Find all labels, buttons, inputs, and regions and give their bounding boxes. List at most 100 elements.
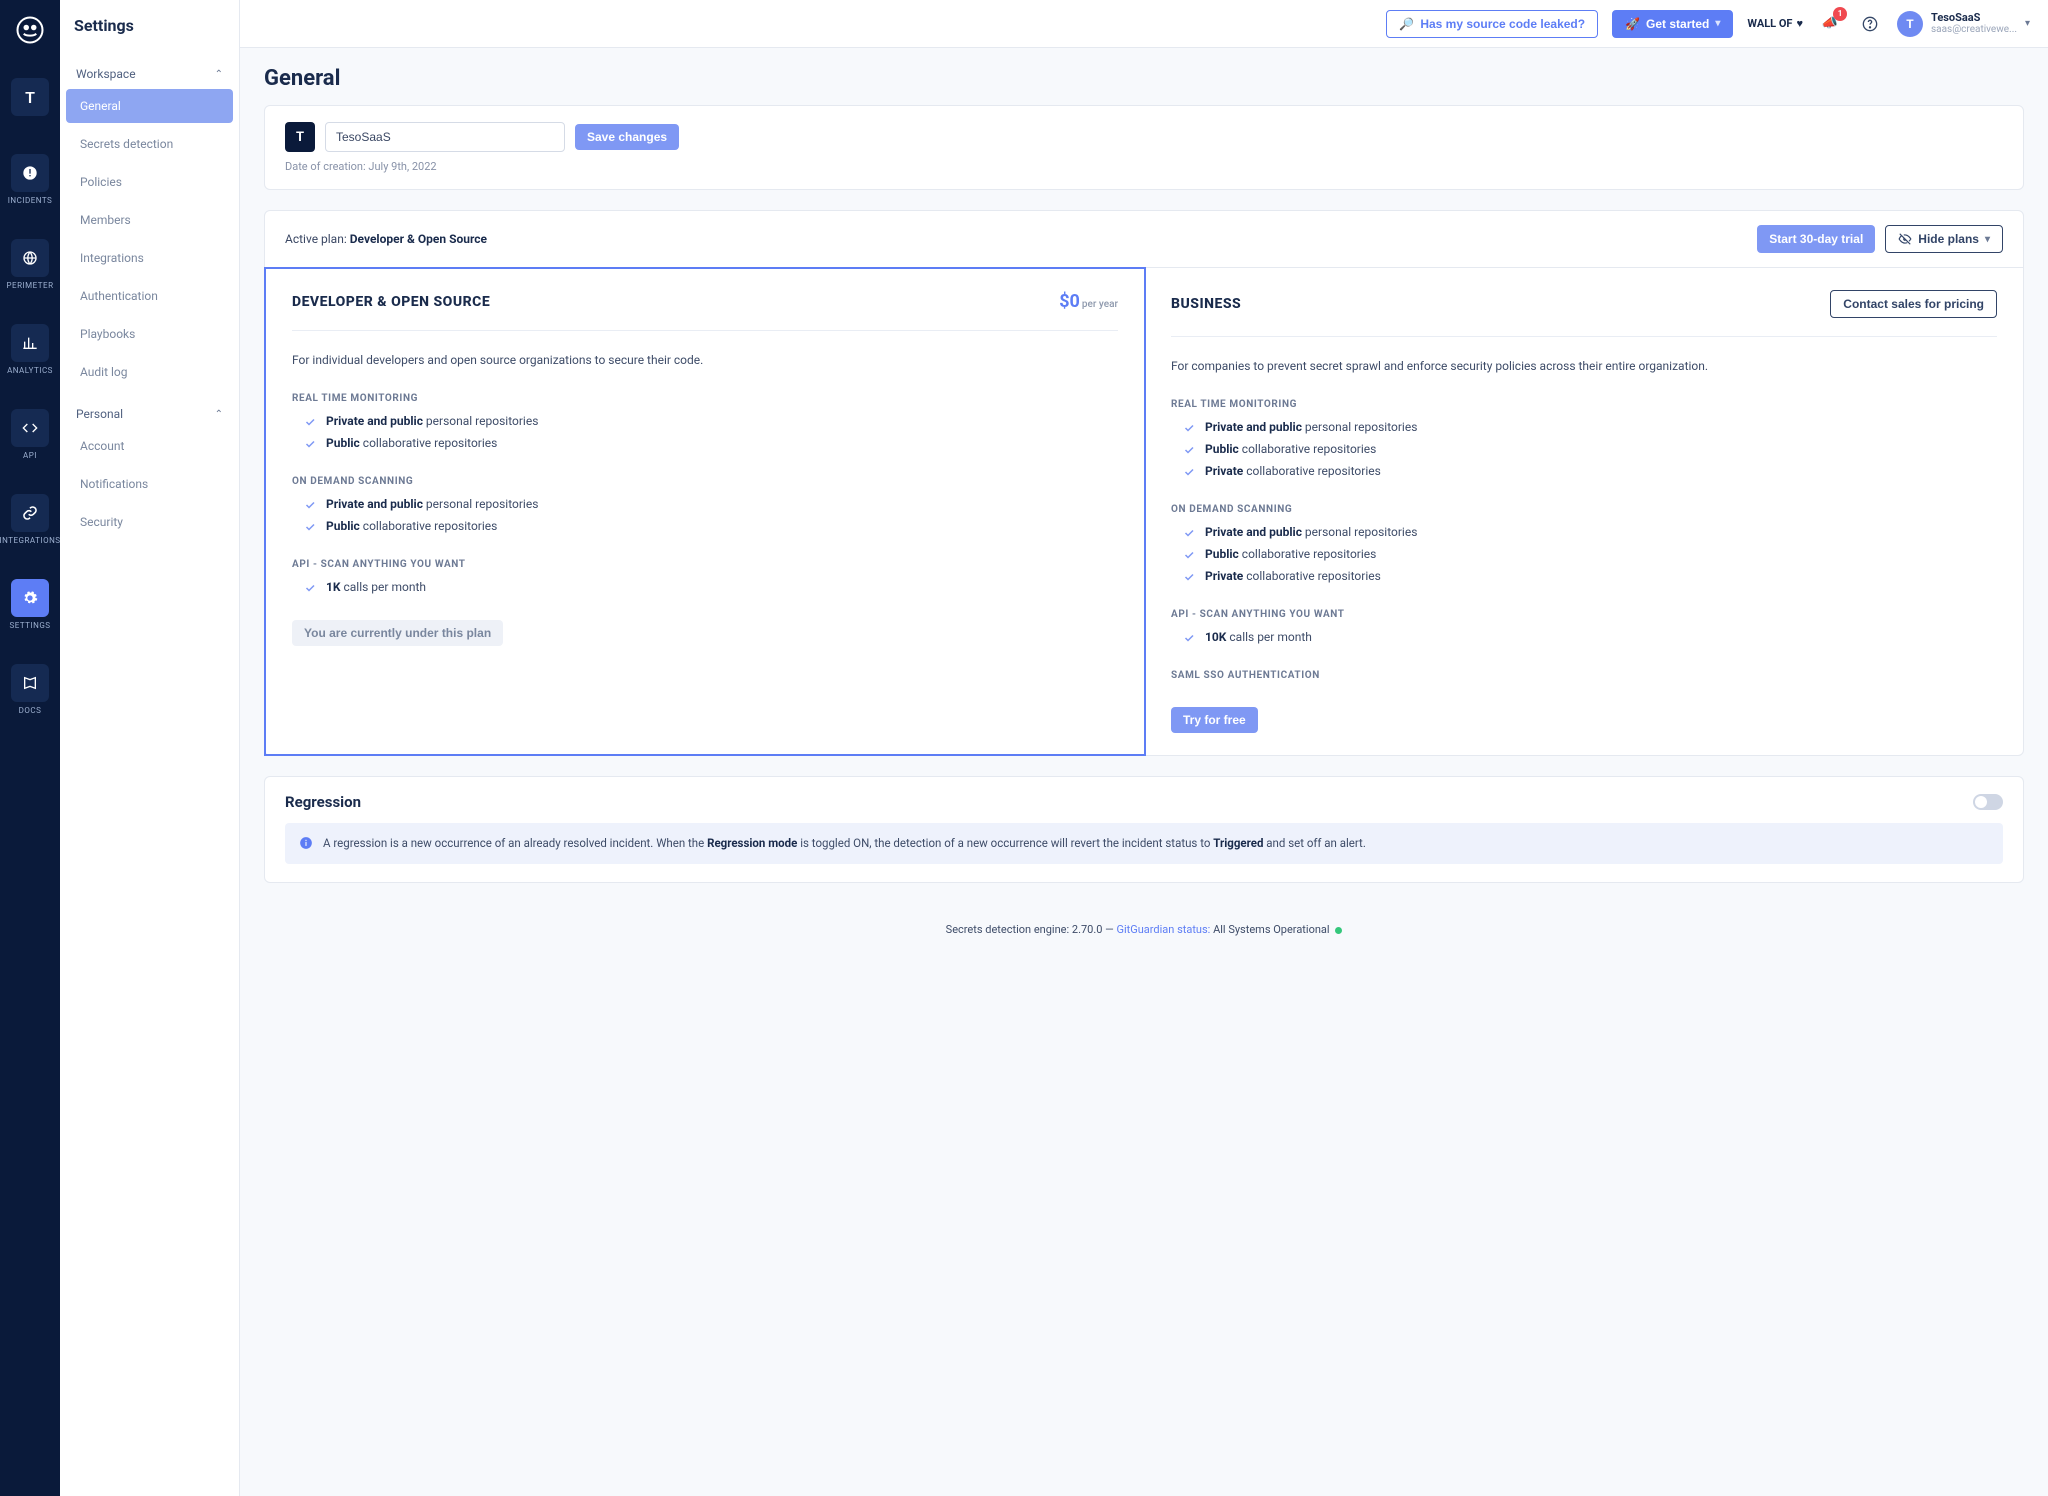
feature-group: REAL TIME MONITORINGPrivate and public p… (1171, 399, 1997, 478)
sidebar-item-integrations[interactable]: Integrations (66, 241, 233, 275)
save-changes-button[interactable]: Save changes (575, 124, 679, 150)
search-icon: 🔎 (1399, 17, 1414, 31)
feature-group: ON DEMAND SCANNINGPrivate and public per… (1171, 504, 1997, 583)
workspace-name-card: T Save changes Date of creation: July 9t… (264, 105, 2024, 190)
rail-label: SETTINGS (9, 621, 50, 630)
code-icon (11, 409, 49, 447)
feature-group: ON DEMAND SCANNING Private and public per… (292, 476, 1118, 533)
sidebar-item-policies[interactable]: Policies (66, 165, 233, 199)
sidebar-item-secrets-detection[interactable]: Secrets detection (66, 127, 233, 161)
chevron-down-icon: ▾ (1985, 234, 1990, 245)
sidebar-item-members[interactable]: Members (66, 203, 233, 237)
chevron-up-icon: ⌃ (215, 69, 223, 80)
content-scroll[interactable]: General T Save changes Date of creation:… (240, 48, 2048, 1496)
feature-item: Private and public personal repositories (292, 414, 1118, 428)
chart-icon (11, 324, 49, 362)
sidebar-item-notifications[interactable]: Notifications (66, 467, 233, 501)
rail-item-incidents[interactable]: INCIDENTS (0, 146, 60, 213)
plan-dev: DEVELOPER & OPEN SOURCE $0per year For i… (264, 267, 1146, 756)
info-icon (299, 836, 313, 850)
plan-biz: BUSINESS Contact sales for pricing For c… (1145, 268, 2023, 755)
feature-item: Private and public personal repositories (1171, 420, 1997, 434)
feature-group: SAML SSO AUTHENTICATION (1171, 670, 1997, 681)
notif-badge: 1 (1833, 7, 1847, 21)
sidebar-item-authentication[interactable]: Authentication (66, 279, 233, 313)
rail-label: DOCS (19, 706, 42, 715)
user-email: saas@creativewe... (1931, 24, 2017, 36)
get-started-button[interactable]: 🚀 Get started ▾ (1612, 10, 1733, 38)
rail-item-integrations[interactable]: INTEGRATIONS (0, 486, 60, 553)
user-avatar: T (1897, 11, 1923, 37)
user-name: TesoSaaS (1931, 11, 2017, 24)
rail-item-analytics[interactable]: ANALYTICS (0, 316, 60, 383)
regression-title: Regression (285, 793, 361, 811)
active-plan-label: Active plan: Developer & Open Source (285, 232, 487, 246)
plan-cta-button: You are currently under this plan (292, 620, 503, 646)
feature-group-title: ON DEMAND SCANNING (1171, 504, 1997, 515)
feature-group-title: API - SCAN ANYTHING YOU WANT (1171, 609, 1997, 620)
rail-item-docs[interactable]: DOCS (0, 656, 60, 723)
feature-group: API - SCAN ANYTHING YOU WANT 1K calls per… (292, 559, 1118, 594)
creation-date: Date of creation: July 9th, 2022 (285, 160, 2003, 173)
chevron-up-icon: ⌃ (215, 409, 223, 420)
feature-item: 10K calls per month (1171, 630, 1997, 644)
announcements-button[interactable]: 📣 1 (1817, 11, 1843, 37)
sidebar-item-account[interactable]: Account (66, 429, 233, 463)
feature-item: Private collaborative repositories (1171, 464, 1997, 478)
link-icon (11, 494, 49, 532)
rail-label: ANALYTICS (7, 366, 53, 375)
feature-group: API - SCAN ANYTHING YOU WANT 10K calls pe… (1171, 609, 1997, 644)
sidebar-item-audit-log[interactable]: Audit log (66, 355, 233, 389)
workspace-badge: T (285, 122, 315, 152)
feature-group-title: API - SCAN ANYTHING YOU WANT (292, 559, 1118, 570)
rail-label: INCIDENTS (8, 196, 53, 205)
hide-plans-button[interactable]: Hide plans ▾ (1885, 225, 2003, 253)
topbar: 🔎 Has my source code leaked? 🚀 Get start… (240, 0, 2048, 48)
regression-toggle[interactable] (1973, 794, 2003, 810)
gear-icon (11, 579, 49, 617)
workspace-name-input[interactable] (325, 122, 565, 152)
button-label: Hide plans (1918, 232, 1979, 246)
contact-sales-button[interactable]: Contact sales for pricing (1830, 290, 1997, 318)
rail-avatar-item[interactable]: T (0, 70, 60, 128)
eye-off-icon (1898, 232, 1912, 246)
plans-card: Active plan: Developer & Open Source Sta… (264, 210, 2024, 756)
plan-price: $0per year (1059, 291, 1118, 312)
sidebar-item-playbooks[interactable]: Playbooks (66, 317, 233, 351)
footer-status: Secrets detection engine: 2.70.0 — GitGu… (264, 903, 2024, 956)
page-title: General (264, 66, 2024, 91)
sidebar-section-workspace[interactable]: Workspace ⌃ (66, 59, 233, 89)
feature-item: Private and public personal repositories (292, 497, 1118, 511)
rocket-icon: 🚀 (1625, 17, 1640, 31)
nav-rail: T INCIDENTS PERIMETER ANALYTICS API INTE… (0, 0, 60, 1496)
user-menu[interactable]: T TesoSaaS saas@creativewe... ▾ (1897, 11, 2030, 37)
feature-group-title: ON DEMAND SCANNING (292, 476, 1118, 487)
globe-icon (11, 239, 49, 277)
status-dot-icon (1335, 927, 1342, 934)
help-button[interactable] (1857, 11, 1883, 37)
plan-desc: For individual developers and open sourc… (292, 353, 1118, 367)
plan-name: DEVELOPER & OPEN SOURCE (292, 294, 490, 310)
wall-of-love[interactable]: WALL OF ♥ (1747, 17, 1803, 30)
start-trial-button[interactable]: Start 30-day trial (1757, 225, 1875, 253)
sidebar-section-personal[interactable]: Personal ⌃ (66, 399, 233, 429)
sidebar-item-general[interactable]: General (66, 89, 233, 123)
rail-item-perimeter[interactable]: PERIMETER (0, 231, 60, 298)
status-link[interactable]: GitGuardian status: (1116, 923, 1210, 936)
rail-item-api[interactable]: API (0, 401, 60, 468)
help-icon (1862, 16, 1878, 32)
sidebar-title: Settings (60, 0, 239, 59)
feature-item: Private collaborative repositories (1171, 569, 1997, 583)
feature-group-title: REAL TIME MONITORING (292, 393, 1118, 404)
sidebar-item-security[interactable]: Security (66, 505, 233, 539)
brand-logo[interactable] (10, 10, 50, 50)
rail-label: API (23, 451, 37, 460)
rail-item-settings[interactable]: SETTINGS (0, 571, 60, 638)
feature-group-title: SAML SSO AUTHENTICATION (1171, 670, 1997, 681)
source-leak-button[interactable]: 🔎 Has my source code leaked? (1386, 10, 1598, 38)
feature-item: 1K calls per month (292, 580, 1118, 594)
plan-cta-button[interactable]: Try for free (1171, 707, 1258, 733)
alert-icon (11, 154, 49, 192)
rail-label: PERIMETER (6, 281, 53, 290)
feature-item: Public collaborative repositories (292, 519, 1118, 533)
